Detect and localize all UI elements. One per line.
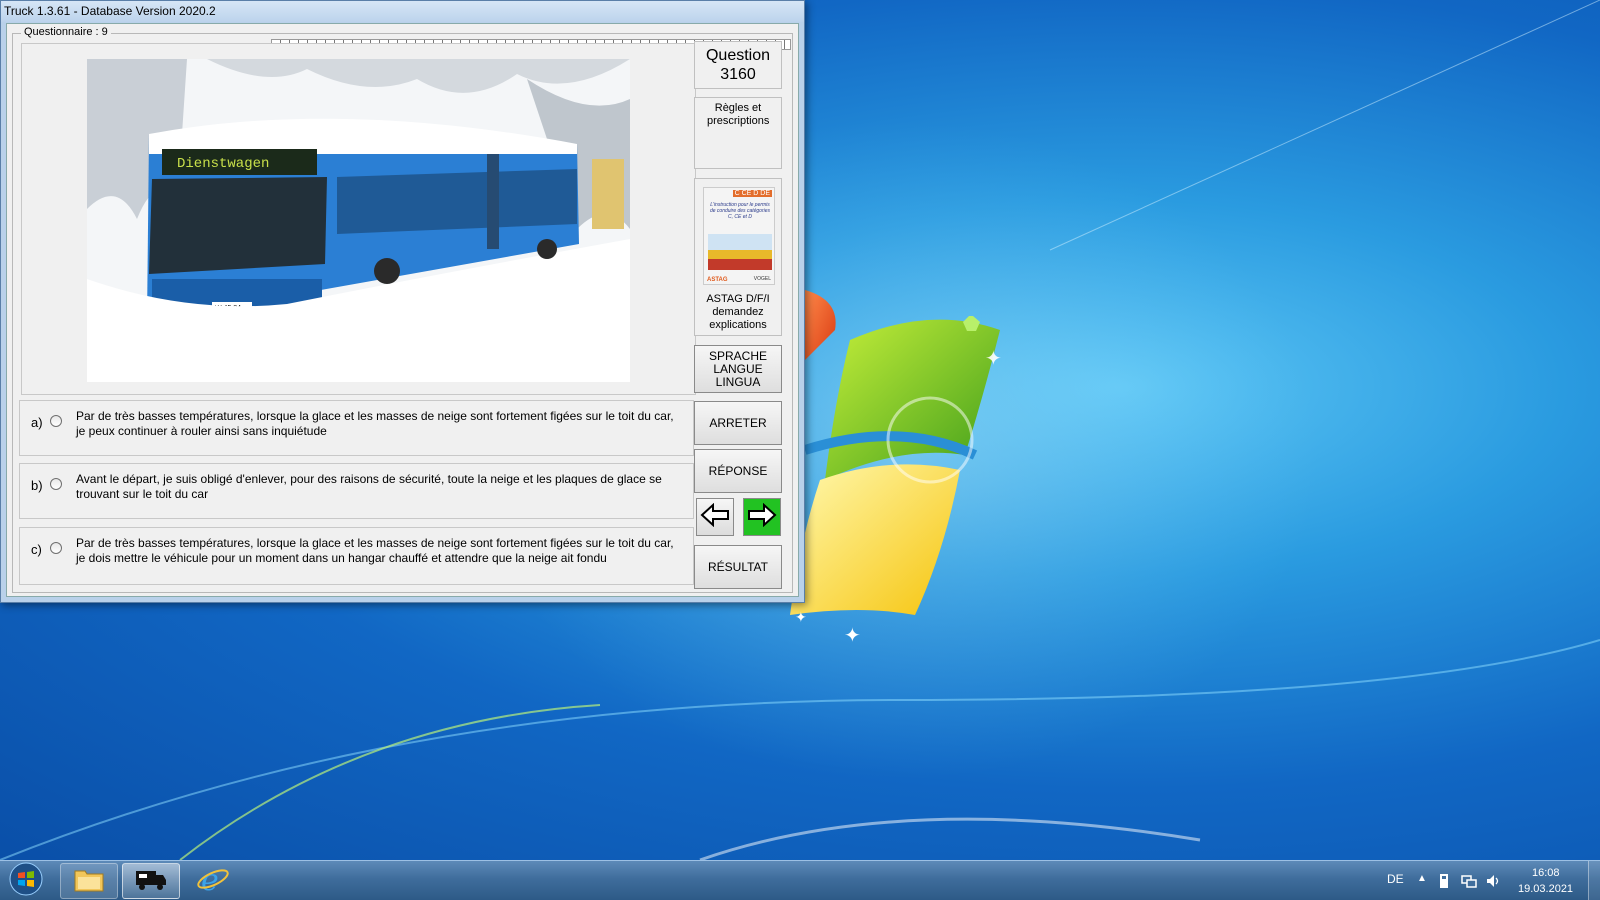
book-caption-line3: explications — [709, 319, 767, 331]
answer-text: Avant le départ, je suis obligé d'enleve… — [76, 472, 662, 501]
language-label-fr: LANGUE — [713, 361, 763, 376]
answer-button[interactable]: RÉPONSE — [694, 449, 782, 493]
result-button[interactable]: RÉSULTAT — [694, 545, 782, 589]
answer-letter: b) — [31, 478, 43, 493]
answer-option-c[interactable]: c) Par de très basses températures, lors… — [19, 527, 694, 585]
svg-text:✦: ✦ — [844, 625, 861, 647]
answer-letter: a) — [31, 415, 43, 430]
windows-start-icon — [9, 862, 43, 900]
book-cover-photo — [708, 234, 772, 270]
clock-date[interactable]: 19.03.2021 — [1518, 883, 1573, 895]
question-image: Dienstwagen W 45 84 — [87, 59, 630, 382]
language-button[interactable]: SPRACHE LANGUE LINGUA — [694, 345, 782, 393]
book-cover-publisher: VOGEL — [753, 276, 771, 282]
book-caption: ASTAG D/F/I demandez explications — [695, 293, 781, 332]
language-label-it: LINGUA — [715, 374, 761, 389]
question-number-box: Question 3160 — [694, 41, 782, 89]
answer-b-radio[interactable] — [50, 478, 62, 490]
questionnaire-label: Questionnaire : 9 — [21, 26, 111, 38]
answer-c-radio[interactable] — [50, 542, 62, 554]
book-caption-line2: demandez — [712, 306, 764, 318]
svg-text:✦: ✦ — [985, 348, 1002, 370]
keyboard-language-indicator[interactable]: DE — [1387, 872, 1404, 886]
taskbar-truck-app[interactable] — [122, 863, 180, 899]
book-caption-line1: ASTAG D/F/I — [706, 293, 770, 305]
question-number: 3160 — [720, 66, 756, 83]
book-cover-text: L'instruction pour le permis de conduire… — [709, 202, 771, 220]
window-title: Truck 1.3.61 - Database Version 2020.2 — [1, 1, 804, 22]
svg-text:✦: ✦ — [795, 609, 807, 625]
category-label: Règles et prescriptions — [707, 102, 770, 127]
arrow-left-icon — [700, 502, 730, 532]
answer-text: Par de très basses températures, lorsque… — [76, 409, 674, 438]
internet-explorer-icon: e — [196, 863, 230, 899]
start-button[interactable] — [4, 862, 48, 900]
volume-icon[interactable] — [1485, 873, 1501, 894]
answer-a-radio[interactable] — [50, 415, 62, 427]
network-icon[interactable] — [1461, 873, 1477, 894]
book-explanations-button[interactable]: C CE D DE L'instruction pour le permis d… — [694, 178, 782, 336]
stop-button[interactable]: ARRETER — [694, 401, 782, 445]
question-image-panel: Dienstwagen W 45 84 — [21, 43, 696, 395]
answer-text: Par de très basses températures, lorsque… — [76, 536, 674, 565]
answer-option-b[interactable]: b) Avant le départ, je suis obligé d'enl… — [19, 463, 694, 519]
clock-time[interactable]: 16:08 — [1532, 867, 1560, 879]
usb-device-icon[interactable] — [1437, 873, 1451, 894]
truck-icon — [134, 865, 168, 898]
book-cover-image: C CE D DE L'instruction pour le permis d… — [703, 187, 775, 285]
show-hidden-icons-icon[interactable]: ▲ — [1417, 873, 1427, 884]
taskbar: e DE ▲ 16:08 19.03.2021 — [0, 860, 1600, 900]
svg-text:e: e — [201, 864, 219, 894]
arrow-right-icon — [747, 502, 777, 532]
bus-destination-sign: Dienstwagen — [177, 156, 269, 172]
language-label-de: SPRACHE — [708, 348, 767, 363]
answer-option-a[interactable]: a) Par de très basses températures, lors… — [19, 400, 694, 456]
folder-icon — [73, 865, 105, 898]
book-cover-badges: C CE D DE — [732, 190, 772, 197]
next-button[interactable] — [743, 498, 781, 536]
question-label: Question — [705, 47, 771, 64]
taskbar-explorer[interactable] — [60, 863, 118, 899]
book-cover-logo: ASTAG — [707, 277, 728, 283]
taskbar-internet-explorer[interactable]: e — [184, 863, 242, 899]
show-desktop-button[interactable] — [1588, 861, 1600, 900]
previous-button[interactable] — [696, 498, 734, 536]
answer-letter: c) — [31, 542, 42, 557]
category-box: Règles et prescriptions — [694, 97, 782, 169]
